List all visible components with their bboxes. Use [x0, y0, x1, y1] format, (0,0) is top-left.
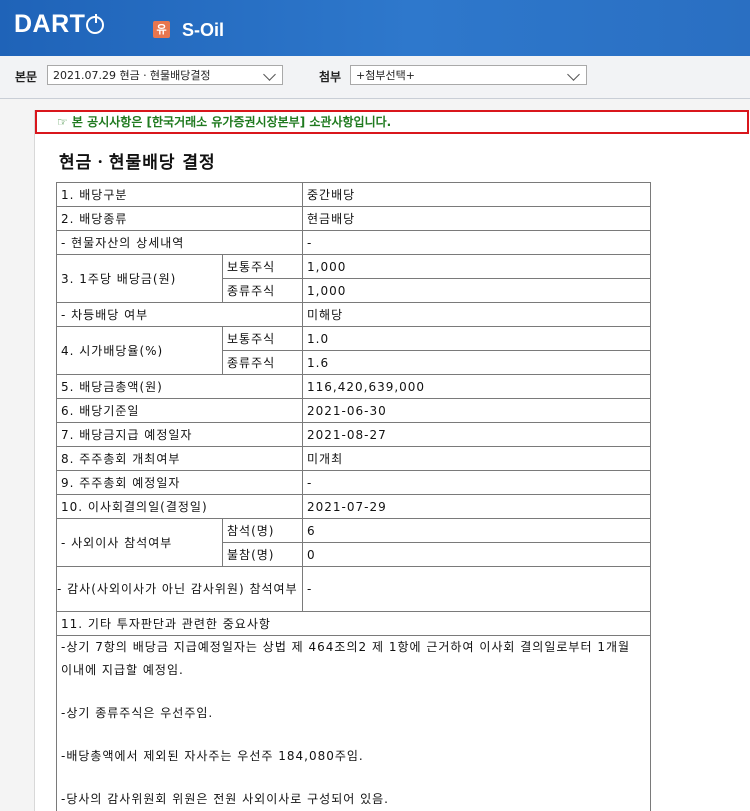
attach-label: 첨부 — [319, 70, 342, 84]
dividend-table: 1. 배당구분 중간배당 2. 배당종류 현금배당 - 현물자산의 상세내역 -… — [56, 182, 651, 811]
row-label: 1. 배당구분 — [56, 182, 303, 207]
dart-header: DART 유 S-Oil — [0, 0, 750, 56]
market-badge-icon: 유 — [153, 21, 170, 38]
jurisdiction-notice: ☞ 본 공시사항은 [한국거래소 유가증권시장본부] 소관사항입니다. — [35, 110, 749, 134]
row-label: 3. 1주당 배당금(원) — [56, 254, 223, 303]
row-value: - — [302, 230, 651, 255]
row-label: 7. 배당금지급 예정일자 — [56, 422, 303, 447]
row-sublabel: 보통주식 — [222, 254, 303, 279]
row-label: - 감사(사외이사가 아닌 감사위원) 참석여부 — [56, 566, 303, 612]
row-value: 1.6 — [302, 350, 651, 375]
row-value: - — [302, 470, 651, 495]
table-row: 10. 이사회결의일(결정일) 2021-07-29 — [56, 494, 651, 519]
table-row: 4. 시가배당율(%) 보통주식 1.0 — [56, 326, 651, 375]
table-row: - 사외이사 참석여부 참석(명) 6 — [56, 518, 651, 567]
body-select-value: 2021.07.29 현금ㆍ현물배당결정 — [53, 69, 211, 82]
row-value: 중간배당 — [302, 182, 651, 207]
document-title: 현금ㆍ현물배당 결정 — [59, 153, 216, 173]
row-label: 9. 주주총회 예정일자 — [56, 470, 303, 495]
chevron-down-icon — [567, 68, 580, 81]
row-value: 6 — [302, 518, 651, 543]
row-value: 미개최 — [302, 446, 651, 471]
row-value: - — [302, 566, 651, 612]
note-paragraph: -상기 종류주식은 우선주임. — [61, 706, 214, 720]
table-row: 2. 배당종류 현금배당 — [56, 206, 651, 231]
table-row: 11. 기타 투자판단과 관련한 중요사항 — [56, 611, 651, 636]
table-row: - 차등배당 여부 미해당 — [56, 302, 651, 327]
chevron-down-icon — [263, 68, 276, 81]
body-document-select[interactable]: 2021.07.29 현금ㆍ현물배당결정 — [47, 65, 283, 85]
row-label: 5. 배당금총액(원) — [56, 374, 303, 399]
table-row: 9. 주주총회 예정일자 - — [56, 470, 651, 495]
row-value: 1,000 — [302, 278, 651, 303]
row-label: - 사외이사 참석여부 — [56, 518, 223, 567]
note-paragraph: -당사의 감사위원회 위원은 전원 사외이사로 구성되어 있음. — [61, 792, 389, 806]
row-value: 2021-08-27 — [302, 422, 651, 447]
row-value: 116,420,639,000 — [302, 374, 651, 399]
disclosure-document[interactable]: ☞ 본 공시사항은 [한국거래소 유가증권시장본부] 소관사항입니다. 현금ㆍ현… — [34, 110, 750, 811]
table-row: 3. 1주당 배당금(원) 보통주식 1,000 — [56, 254, 651, 303]
row-label: 8. 주주총회 개최여부 — [56, 446, 303, 471]
table-row: 1. 배당구분 중간배당 — [56, 182, 651, 207]
table-row: 7. 배당금지급 예정일자 2021-08-27 — [56, 422, 651, 447]
row-value: 미해당 — [302, 302, 651, 327]
row-value: 2021-06-30 — [302, 398, 651, 423]
note-paragraph: -상기 7항의 배당금 지급예정일자는 상법 제 464조의2 제 1항에 근거… — [61, 640, 631, 677]
row-label: 2. 배당종류 — [56, 206, 303, 231]
row-label: 10. 이사회결의일(결정일) — [56, 494, 303, 519]
table-row: - 현물자산의 상세내역 - — [56, 230, 651, 255]
body-label: 본문 — [15, 70, 38, 84]
company-name: S-Oil — [182, 20, 225, 40]
table-row: 8. 주주총회 개최여부 미개최 — [56, 446, 651, 471]
attach-select-value: +첨부선택+ — [356, 69, 415, 82]
row-label: 6. 배당기준일 — [56, 398, 303, 423]
row-value: 0 — [302, 542, 651, 567]
document-toolbar: 본문 2021.07.29 현금ㆍ현물배당결정 첨부 +첨부선택+ — [0, 56, 750, 99]
row-value: 1,000 — [302, 254, 651, 279]
row-label: - 차등배당 여부 — [56, 302, 303, 327]
row-sublabel: 불참(명) — [222, 542, 303, 567]
row-value: 현금배당 — [302, 206, 651, 231]
note-paragraph: -배당총액에서 제외된 자사주는 우선주 184,080주임. — [61, 749, 364, 763]
dart-logo[interactable]: DART — [14, 10, 105, 39]
notes-cell: -상기 7항의 배당금 지급예정일자는 상법 제 464조의2 제 1항에 근거… — [56, 635, 651, 811]
row-label: 4. 시가배당율(%) — [56, 326, 223, 375]
attachment-select[interactable]: +첨부선택+ — [350, 65, 587, 85]
table-row: - 감사(사외이사가 아닌 감사위원) 참석여부 - — [56, 566, 651, 612]
row-sublabel: 종류주식 — [222, 278, 303, 303]
row-value: 1.0 — [302, 326, 651, 351]
table-row: 6. 배당기준일 2021-06-30 — [56, 398, 651, 423]
row-label: 11. 기타 투자판단과 관련한 중요사항 — [56, 611, 651, 636]
row-label: - 현물자산의 상세내역 — [56, 230, 303, 255]
row-sublabel: 참석(명) — [222, 518, 303, 543]
logo-power-icon — [86, 14, 105, 34]
row-sublabel: 종류주식 — [222, 350, 303, 375]
row-sublabel: 보통주식 — [222, 326, 303, 351]
row-value: 2021-07-29 — [302, 494, 651, 519]
table-row: 5. 배당금총액(원) 116,420,639,000 — [56, 374, 651, 399]
table-row: -상기 7항의 배당금 지급예정일자는 상법 제 464조의2 제 1항에 근거… — [56, 635, 651, 811]
